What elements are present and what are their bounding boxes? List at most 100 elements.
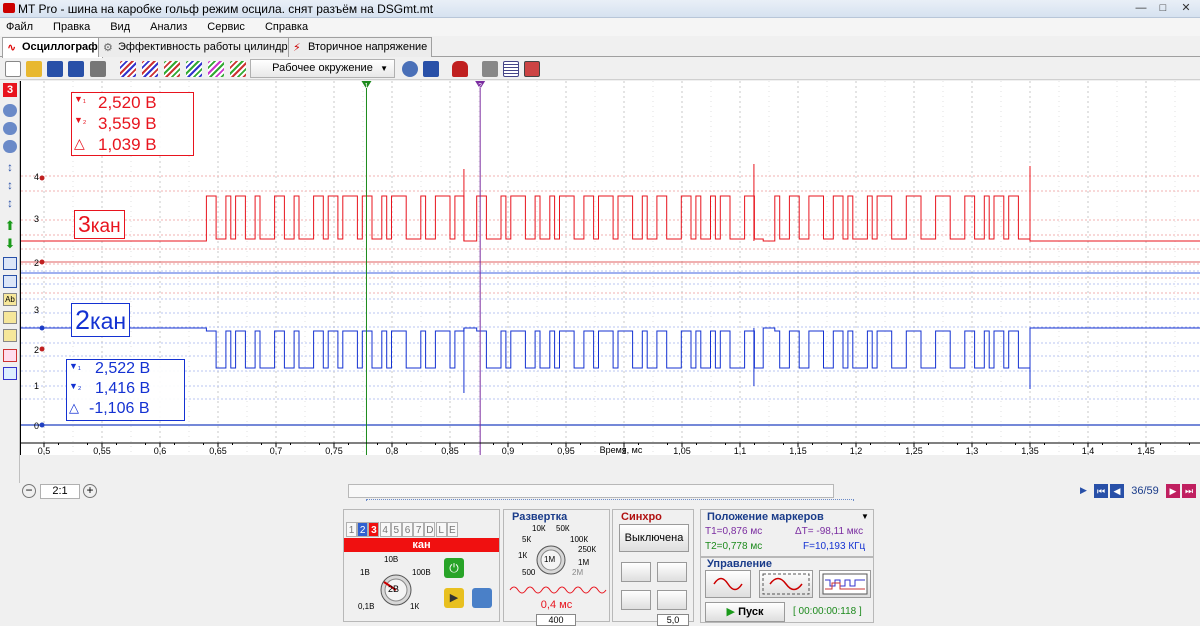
save-icon[interactable]	[47, 61, 63, 77]
markers-title: Положение маркеров	[707, 511, 824, 523]
channel-tab-1[interactable]: 1	[346, 522, 357, 537]
scale-down-icon[interactable]: ↕	[3, 197, 17, 210]
sync-falling-icon[interactable]	[657, 562, 687, 582]
channel-tab-D[interactable]: D	[424, 522, 436, 537]
menu-analysis[interactable]: Анализ	[150, 18, 187, 36]
environment-dropdown[interactable]: Рабочее окружение ▼	[250, 59, 395, 78]
menu-help[interactable]: Справка	[265, 18, 308, 36]
table-tool-icon[interactable]	[3, 311, 17, 324]
wave-tool-3-icon[interactable]	[164, 61, 180, 77]
save-as-icon[interactable]	[68, 61, 84, 77]
zoom-out-icon[interactable]	[3, 104, 17, 117]
play-back-icon[interactable]: ▶	[1080, 485, 1087, 496]
wave-tool-4-icon[interactable]	[186, 61, 202, 77]
text-tool-icon[interactable]: Ab	[3, 293, 17, 306]
ch3-readout-box: ▼₁ 2,520 В ▼₂ 3,559 В △ 1,039 В	[71, 92, 194, 156]
menu-file[interactable]: Файл	[6, 18, 33, 36]
sweep-100k: 100К	[570, 535, 589, 544]
sync-rising-icon[interactable]	[621, 562, 651, 582]
new-file-icon[interactable]	[5, 61, 21, 77]
print-icon[interactable]	[90, 61, 106, 77]
scale-mid-icon[interactable]: ↕	[3, 179, 17, 192]
minimize-button[interactable]: —	[1130, 0, 1152, 16]
sync-mode2-icon[interactable]	[657, 590, 687, 610]
sweep-5k: 5К	[522, 535, 532, 544]
tab-cylinder-efficiency[interactable]: ⚙ Эффективность работы цилиндров	[98, 37, 305, 57]
channel-tab-E[interactable]: E	[446, 522, 458, 537]
waveform-red-icon[interactable]	[3, 349, 17, 362]
wave-tool-1-icon[interactable]	[120, 61, 136, 77]
arrow-up-icon[interactable]: ⬆	[3, 219, 17, 232]
oscilloscope-plot[interactable]: 4 3 2 3 2 1 0 1 2 0,5 0,55 0,6 0,65 0,7 0,75 0,8 0,85 0,9…	[20, 81, 1200, 456]
save-env-icon[interactable]	[423, 61, 439, 77]
close-button[interactable]: ✕	[1174, 0, 1198, 16]
channel-tab-5[interactable]: 5	[390, 522, 402, 537]
marker-t1: T1=0,876 мс	[705, 526, 763, 537]
channel-tab-L[interactable]: L	[435, 522, 447, 537]
menu-service[interactable]: Сервис	[207, 18, 245, 36]
arrow-down-icon[interactable]: ⬇	[3, 237, 17, 250]
x-axis-label: Время, мс	[600, 445, 643, 455]
scale-100v: 100В	[412, 568, 431, 577]
x-tick-label: 0,5	[38, 446, 51, 455]
sync-level-input[interactable]: 5,0	[657, 614, 689, 626]
export-icon[interactable]	[482, 61, 498, 77]
zoom-in-icon[interactable]	[3, 140, 17, 153]
ch2-delta-value: -1,106 В	[89, 400, 150, 417]
sync-mode-icon[interactable]	[621, 590, 651, 610]
power-icon[interactable]: ⏻	[444, 558, 464, 578]
prev-page-icon[interactable]: ◀	[1110, 484, 1124, 498]
grid-icon[interactable]	[524, 61, 540, 77]
x-tick-label: 1,45	[1137, 446, 1155, 455]
wave-tool-2-icon[interactable]	[142, 61, 158, 77]
wave-tool-5-icon[interactable]	[208, 61, 224, 77]
control-title: Управление	[707, 558, 773, 570]
calculator-icon[interactable]	[472, 588, 492, 608]
undo-icon[interactable]	[402, 61, 418, 77]
sweep-count-input[interactable]: 400	[536, 614, 576, 626]
play-icon[interactable]: ▶	[444, 588, 464, 608]
continuous-sweep-icon[interactable]	[759, 570, 813, 598]
car-icon[interactable]	[452, 61, 468, 77]
wave-tool-6-icon[interactable]	[230, 61, 246, 77]
zoom-out-button[interactable]: −	[22, 484, 36, 498]
marker-tool-icon[interactable]	[3, 257, 17, 270]
tab-oscilloscope[interactable]: ∿ Осциллограф	[2, 37, 103, 58]
x-tick-label: 1,1	[734, 446, 747, 455]
menu-view[interactable]: Вид	[110, 18, 130, 36]
horizontal-scrollbar[interactable]	[348, 484, 834, 498]
channel-tab-2[interactable]: 2	[357, 522, 369, 537]
zoom-in-button[interactable]: +	[83, 484, 97, 498]
y-tick-label: 2	[34, 258, 39, 268]
sync-title: Синхро	[621, 511, 662, 523]
wave-icon: ∿	[7, 42, 17, 54]
marker-tool-2-icon[interactable]	[3, 275, 17, 288]
sync-state-button[interactable]: Выключена	[619, 524, 689, 552]
delta-icon: △	[69, 400, 79, 415]
tab-label: Эффективность работы цилиндров	[118, 41, 300, 53]
scale-up-icon[interactable]: ↕	[3, 161, 17, 174]
maximize-button[interactable]: □	[1152, 0, 1174, 16]
first-page-icon[interactable]: ⏮	[1094, 484, 1108, 498]
menu-edit[interactable]: Правка	[53, 18, 90, 36]
tab-secondary-voltage[interactable]: ⚡ Вторичное напряжение	[288, 37, 433, 57]
start-button[interactable]: ▶ Пуск	[705, 602, 785, 622]
channel-tab-4[interactable]: 4	[379, 522, 391, 537]
channel-tab-7[interactable]: 7	[413, 522, 425, 537]
ch2-t1-value: 2,522 В	[95, 360, 151, 377]
open-folder-icon[interactable]	[26, 61, 42, 77]
text-tool-2-icon[interactable]	[3, 329, 17, 342]
x-tick-label: 1,4	[1082, 446, 1095, 455]
zoom-fit-icon[interactable]	[3, 122, 17, 135]
channel-tab-3[interactable]: 3	[368, 522, 380, 537]
next-page-icon[interactable]: ▶	[1166, 484, 1180, 498]
waveform-blue-icon[interactable]	[3, 367, 17, 380]
markers-menu-icon[interactable]: ▼	[861, 512, 869, 521]
recorder-icon[interactable]	[819, 570, 871, 598]
table-icon[interactable]	[503, 61, 519, 77]
channel-tab-6[interactable]: 6	[402, 522, 413, 537]
sweep-panel: Развертка 10К 50К 5К 100К 250К 1К 1М 500…	[503, 509, 610, 626]
last-page-icon[interactable]: ⏭	[1182, 484, 1196, 498]
oscilloscope-canvas[interactable]: 4 3 2 3 2 1 0 1 2 0,5 0,55 0,6 0,65 0,7 0,75 0,8 0,85 0,9…	[21, 81, 1200, 456]
single-sweep-icon[interactable]	[705, 570, 751, 598]
